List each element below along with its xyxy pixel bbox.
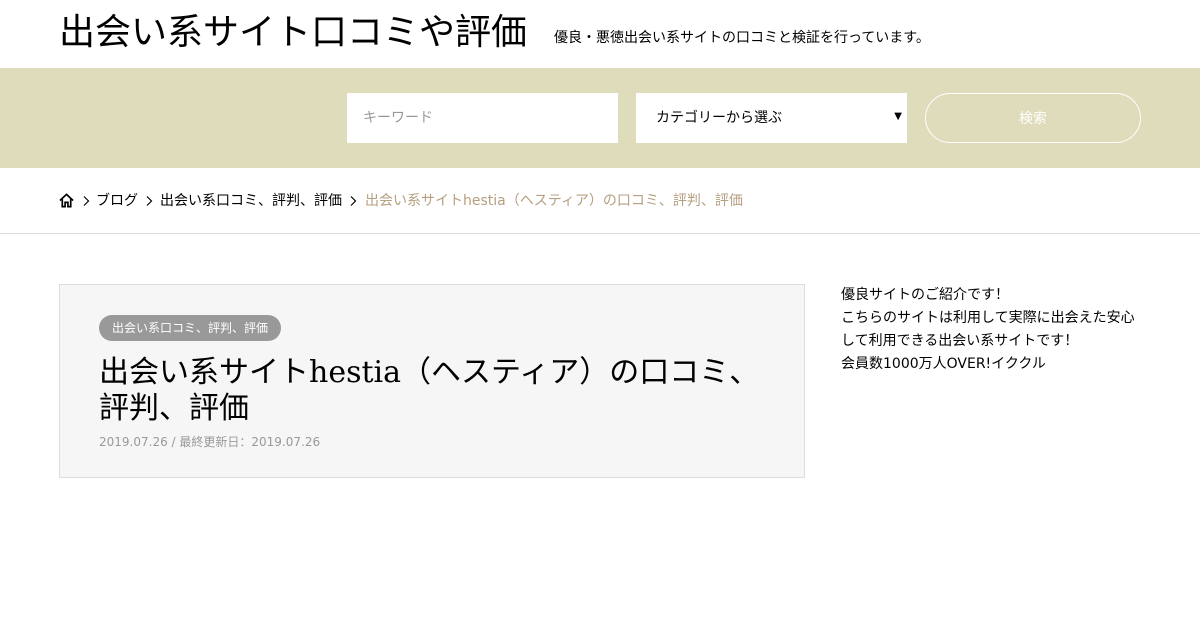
category-select[interactable]: カテゴリーから選ぶ ▼ — [636, 93, 907, 143]
sidebar-line: 会員数1000万人OVER!イククル — [841, 356, 1046, 372]
article-dates: 2019.07.26 / 最終更新日：2019.07.26 — [99, 433, 320, 451]
breadcrumb-item-category[interactable]: 出会い系口コミ、評判、評価 — [160, 188, 342, 214]
site-title[interactable]: 出会い系サイト口コミや評価 — [59, 10, 527, 56]
home-icon[interactable] — [59, 193, 74, 208]
chevron-right-icon — [350, 196, 357, 206]
breadcrumb-divider — [0, 233, 1200, 234]
site-header: 出会い系サイト口コミや評価 優良・悪徳出会い系サイトの口コミと検証を行っています… — [0, 0, 1200, 68]
sidebar-line: 優良サイトのご紹介です！ — [841, 287, 1009, 303]
chevron-right-icon — [146, 196, 153, 206]
sidebar-promo-text: 優良サイトのご紹介です！ こちらのサイトは利用して実際に出会えた安心 して利用で… — [841, 284, 1151, 376]
article-title: 出会い系サイトhestia（ヘスティア）の口コミ、評判、評価 — [99, 355, 760, 426]
search-button[interactable]: 検索 — [925, 93, 1141, 143]
sidebar-line: して利用できる出会い系サイトです！ — [841, 333, 1079, 349]
article-header-card: 出会い系口コミ、評判、評価 出会い系サイトhestia（ヘスティア）の口コミ、評… — [59, 284, 805, 478]
updated-label: 最終更新日： — [179, 435, 252, 449]
category-badge[interactable]: 出会い系口コミ、評判、評価 — [99, 315, 282, 341]
search-bar: カテゴリーから選ぶ ▼ 検索 — [0, 68, 1200, 168]
category-select-value: カテゴリーから選ぶ — [656, 110, 782, 126]
breadcrumb-item-current: 出会い系サイトhestia（ヘスティア）の口コミ、評判、評価 — [365, 193, 743, 209]
site-description: 優良・悪徳出会い系サイトの口コミと検証を行っています。 — [554, 30, 930, 46]
sidebar-line: こちらのサイトは利用して実際に出会えた安心 — [841, 310, 1135, 326]
published-date: 2019.07.26 — [99, 435, 168, 449]
date-separator: / — [167, 435, 180, 449]
caret-down-icon: ▼ — [894, 111, 902, 122]
updated-date: 2019.07.26 — [251, 435, 321, 449]
breadcrumb: ブログ 出会い系口コミ、評判、評価 出会い系サイトhestia（ヘスティア）の口… — [59, 188, 1159, 214]
breadcrumb-item-blog[interactable]: ブログ — [96, 188, 138, 214]
chevron-right-icon — [83, 196, 90, 206]
keyword-search-input[interactable] — [347, 93, 618, 143]
